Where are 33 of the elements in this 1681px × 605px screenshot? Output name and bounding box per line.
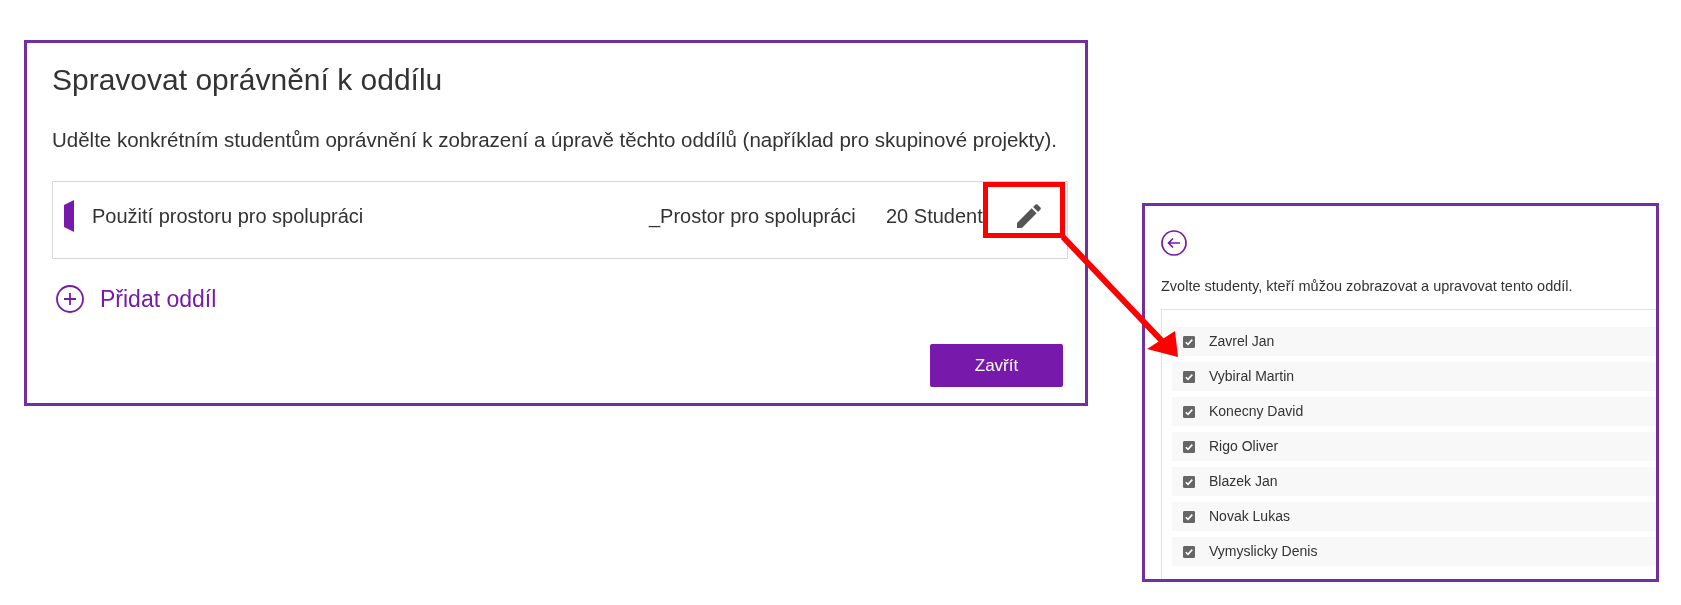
checkbox[interactable] [1183, 545, 1195, 558]
student-row[interactable]: Vybiral Martin [1172, 362, 1656, 391]
dialog-title: Spravovat oprávnění k oddílu [52, 62, 444, 98]
pencil-icon [1017, 204, 1041, 228]
add-section-link[interactable]: Přidat oddíl [56, 285, 217, 313]
student-count: 20 Student [886, 204, 983, 228]
student-row[interactable]: Rigo Oliver [1172, 432, 1656, 461]
student-name: Blazek Jan [1209, 473, 1278, 490]
student-name: Vybiral Martin [1209, 368, 1295, 385]
dialog-description: Udělte konkrétním studentům oprávnění k zobrazení a úpravě těchto oddílů (například pro skupinové projekty). [52, 128, 1059, 152]
student-row[interactable]: Blazek Jan [1172, 467, 1656, 496]
checkbox[interactable] [1183, 440, 1195, 453]
checkbox[interactable] [1183, 510, 1195, 523]
student-name: Zavrel Jan [1209, 333, 1275, 350]
section-name: Použití prostoru pro spolupráci [91, 204, 364, 228]
section-location: _Prostor pro spolupráci [649, 204, 856, 228]
instruction-text: Zvolte studenty, kteří můžou zobrazovat a upravovat tento oddíl. [1161, 278, 1574, 295]
student-row[interactable]: Zavrel Jan [1172, 327, 1656, 356]
student-name: Rigo Oliver [1209, 438, 1279, 455]
checkbox[interactable] [1183, 475, 1195, 488]
section-tab-icon [64, 200, 74, 232]
student-row[interactable]: Vymyslicky Denis [1172, 537, 1656, 566]
student-row[interactable]: Novak Lukas [1172, 502, 1656, 531]
student-name: Novak Lukas [1209, 508, 1290, 525]
student-name: Konecny David [1209, 403, 1304, 420]
plus-circle-icon [56, 285, 84, 313]
checkbox[interactable] [1183, 370, 1195, 383]
student-row[interactable]: Konecny David [1172, 397, 1656, 426]
close-button[interactable]: Zavřít [930, 344, 1063, 387]
back-button[interactable] [1161, 230, 1187, 256]
checkbox[interactable] [1183, 405, 1195, 418]
student-name: Vymyslicky Denis [1209, 543, 1318, 560]
checkbox[interactable] [1183, 335, 1195, 348]
